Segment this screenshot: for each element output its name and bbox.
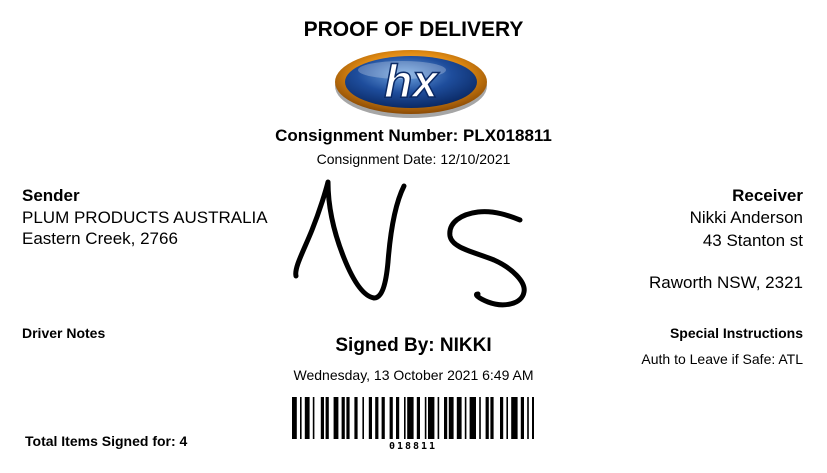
sender-name: PLUM PRODUCTS AUSTRALIA (22, 208, 268, 227)
barcode-bar (469, 397, 476, 439)
barcode-bar (389, 397, 393, 439)
barcode-bar (448, 397, 454, 439)
receiver-name: Nikki Anderson (689, 208, 803, 227)
document-title: PROOF OF DELIVERY (303, 18, 524, 41)
barcode-bar (292, 397, 297, 439)
barcode-bar (506, 397, 508, 439)
total-items-signed: Total Items Signed for: 4 (25, 433, 188, 449)
consignment-date: Consignment Date: 12/10/2021 (316, 151, 511, 167)
signed-datetime: Wednesday, 13 October 2021 6:49 AM (293, 367, 534, 383)
sender-suburb: Eastern Creek, 2766 (22, 229, 178, 248)
barcode-bar (354, 397, 358, 439)
barcode-bar (333, 397, 339, 439)
barcode-bar (464, 397, 467, 439)
sender-address: PLUM PRODUCTS AUSTRALIA Eastern Creek, 2… (22, 207, 272, 249)
barcode-bar (456, 397, 462, 439)
barcode-bar (312, 397, 315, 439)
barcode-number: 018811 (388, 441, 438, 452)
receiver-street: 43 Stanton st (702, 231, 803, 250)
barcode-bar (341, 397, 345, 439)
barcode-bar (479, 397, 481, 439)
barcode-bar (527, 397, 529, 439)
barcode-bar (511, 397, 518, 439)
barcode-bar (485, 397, 489, 439)
barcode-bar (404, 397, 406, 439)
barcode-bar (500, 397, 504, 439)
barcode-bar (520, 397, 524, 439)
barcode-bar (428, 397, 435, 439)
barcode-bar (416, 397, 420, 439)
barcode-bar (424, 397, 427, 439)
barcode-bar (304, 397, 310, 439)
hx-logo: hx (335, 50, 487, 118)
consignment-number: Consignment Number: PLX018811 (275, 126, 552, 145)
receiver-heading: Receiver (732, 186, 803, 205)
barcode-bar (368, 397, 372, 439)
barcode-bar (325, 397, 329, 439)
barcode (292, 397, 534, 439)
special-instructions-heading: Special Instructions (669, 325, 803, 341)
barcode-bar (346, 397, 350, 439)
barcode-bar (444, 397, 448, 439)
handwritten-signature (293, 179, 527, 308)
barcode-bar (362, 397, 364, 439)
barcode-bar (320, 397, 324, 439)
barcode-bar (490, 397, 494, 439)
barcode-bar (407, 397, 414, 439)
barcode-bar (381, 397, 385, 439)
logo-text: hx (384, 55, 440, 107)
barcode-bar (300, 397, 302, 439)
sender-heading: Sender (22, 186, 80, 205)
special-instructions-value: Auth to Leave if Safe: ATL (641, 351, 803, 367)
barcode-bar (532, 397, 534, 439)
barcode-bar (375, 397, 379, 439)
receiver-suburb: Raworth NSW, 2321 (648, 273, 803, 292)
barcode-bar (396, 397, 400, 439)
barcode-bar (437, 397, 440, 439)
